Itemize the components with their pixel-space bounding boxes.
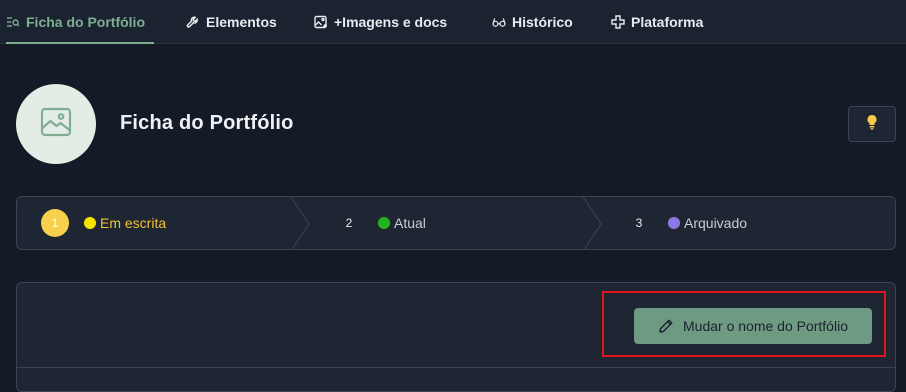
step-label: Em escrita <box>100 215 167 231</box>
step-number: 1 <box>41 209 69 237</box>
step-em-escrita[interactable]: 1 Em escrita <box>41 197 166 249</box>
status-stepper: 1 Em escrita 2 Atual 3 Arquivado <box>16 196 896 250</box>
page-title: Ficha do Portfólio <box>120 112 294 134</box>
step-arquivado[interactable]: 3 Arquivado <box>625 197 747 249</box>
tab-label: Histórico <box>512 14 573 30</box>
tab-historico[interactable]: Histórico <box>492 0 573 44</box>
details-panel: Mudar o nome do Portfólio <box>16 282 896 392</box>
step-number: 2 <box>345 216 353 230</box>
list-search-icon <box>6 15 20 29</box>
plus-move-icon <box>611 15 625 29</box>
tab-label: Ficha do Portfólio <box>26 14 145 30</box>
wrench-icon <box>186 15 200 29</box>
tab-label: +Imagens e docs <box>334 14 448 30</box>
tab-label: Elementos <box>206 14 277 30</box>
image-icon <box>40 107 72 142</box>
tips-button[interactable] <box>848 106 896 142</box>
step-label: Arquivado <box>684 215 748 231</box>
step-atual[interactable]: 2 Atual <box>335 197 426 249</box>
rename-button-label: Mudar o nome do Portfólio <box>683 318 848 334</box>
tab-label: Plataforma <box>631 14 704 30</box>
avatar <box>16 84 96 164</box>
lightbulb-icon <box>866 114 878 135</box>
status-dot <box>377 216 391 230</box>
tab-elementos[interactable]: Elementos <box>186 0 277 44</box>
tab-bar: Ficha do Portfólio Elementos +Imagens e … <box>0 0 906 44</box>
step-label: Atual <box>394 215 426 231</box>
status-dot <box>667 216 681 230</box>
image-add-icon <box>314 15 328 29</box>
glasses-icon <box>492 15 506 29</box>
status-dot <box>83 216 97 230</box>
tab-plataforma[interactable]: Plataforma <box>611 0 703 44</box>
rename-portfolio-button[interactable]: Mudar o nome do Portfólio <box>634 308 872 344</box>
panel-divider <box>17 367 895 368</box>
step-number: 3 <box>635 216 643 230</box>
tab-ficha-do-portfolio[interactable]: Ficha do Portfólio <box>6 0 154 44</box>
tab-imagens-e-docs[interactable]: +Imagens e docs <box>314 0 447 44</box>
pencil-icon <box>658 318 674 334</box>
